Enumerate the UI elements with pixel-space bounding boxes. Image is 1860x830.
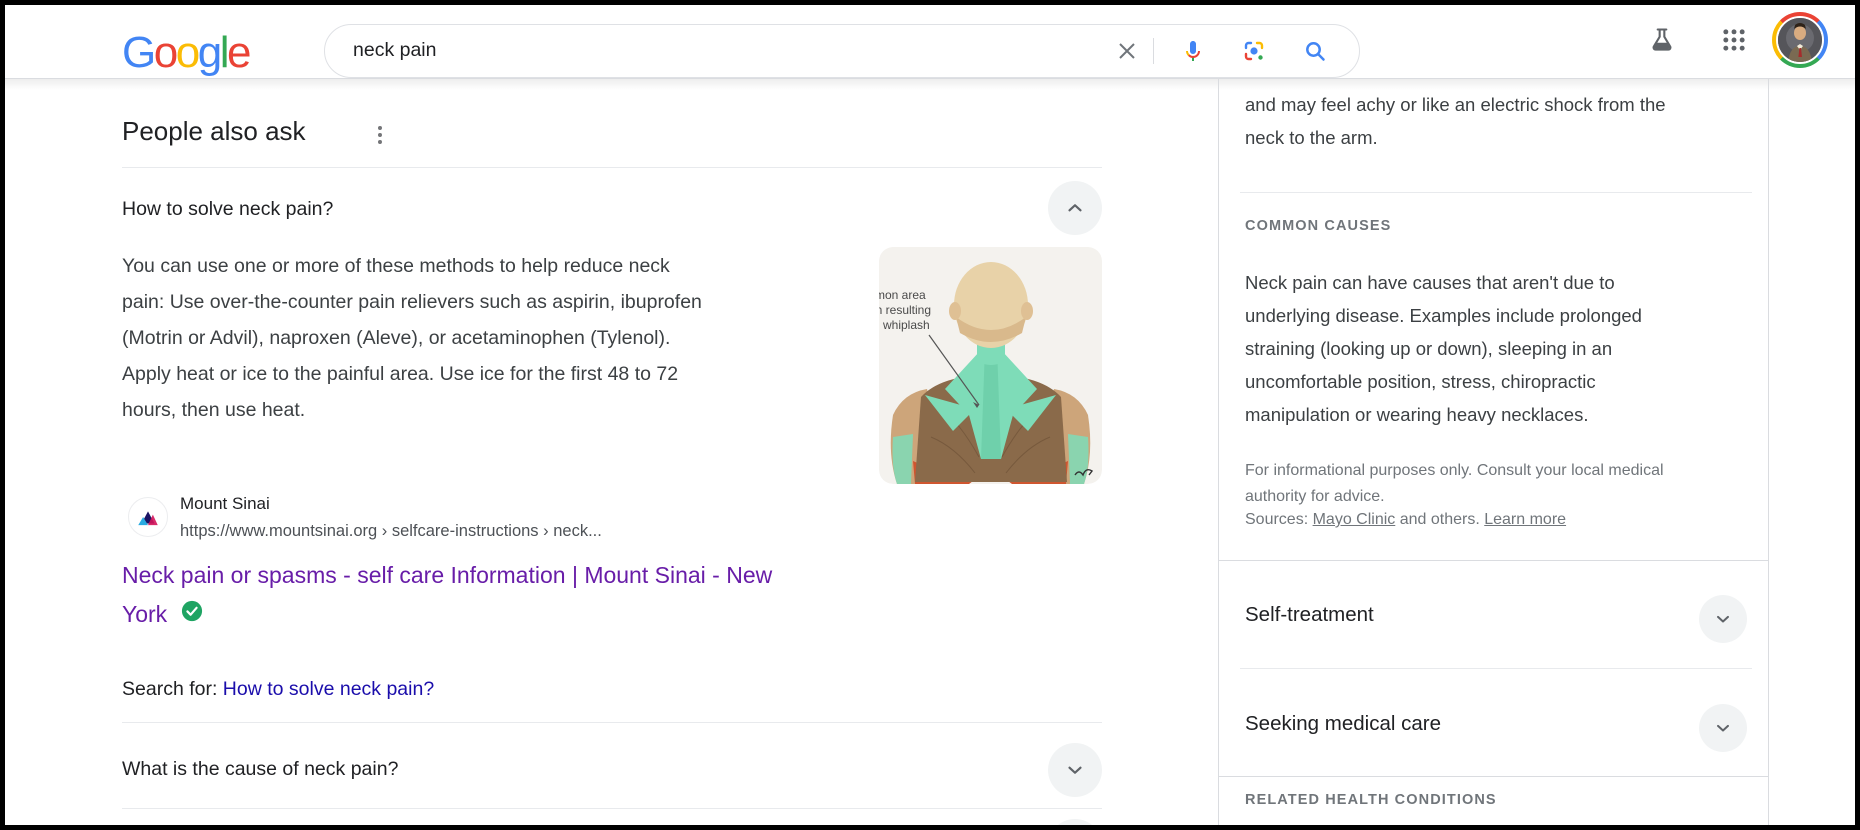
divider bbox=[122, 167, 1102, 168]
kp-divider bbox=[1240, 668, 1752, 669]
search-for-label: Search for: bbox=[122, 678, 223, 700]
expand-button[interactable] bbox=[1048, 743, 1102, 797]
people-also-ask-title: People also ask bbox=[122, 116, 306, 147]
kp-sources-mid: and others. bbox=[1395, 511, 1484, 528]
illus-caption-line3: whiplash bbox=[882, 318, 930, 332]
chevron-down-icon bbox=[1064, 759, 1086, 781]
google-search-page: Google neck pain bbox=[0, 0, 1860, 830]
collapse-button[interactable] bbox=[1048, 181, 1102, 235]
google-logo[interactable]: Google bbox=[122, 28, 249, 78]
kp-section-border bbox=[1218, 560, 1769, 561]
illus-caption-line1: mon area bbox=[879, 288, 926, 302]
kp-common-causes-text: Neck pain can have causes that aren't du… bbox=[1245, 266, 1735, 431]
profile-avatar[interactable] bbox=[1772, 12, 1828, 68]
paa-answer-text: You can use one or more of these methods… bbox=[122, 248, 882, 428]
knowledge-panel-right-border bbox=[1768, 79, 1769, 830]
kp-common-causes-heading: COMMON CAUSES bbox=[1245, 218, 1391, 234]
search-input[interactable]: neck pain bbox=[353, 39, 436, 62]
expand-button-partial[interactable] bbox=[1048, 819, 1102, 830]
divider bbox=[122, 808, 1102, 809]
chevron-up-icon bbox=[1064, 197, 1086, 219]
kp-section-border bbox=[1218, 776, 1769, 777]
source-url[interactable]: https://www.mountsinai.org › selfcare-in… bbox=[180, 522, 602, 541]
search-for-line: Search for: How to solve neck pain? bbox=[122, 678, 434, 701]
microphone-icon[interactable] bbox=[1181, 39, 1205, 63]
accordion-self-treatment[interactable]: Self-treatment bbox=[1245, 603, 1374, 627]
profile-photo bbox=[1776, 16, 1824, 64]
search-icon[interactable] bbox=[1303, 39, 1327, 63]
accordion-seeking-medical-care[interactable]: Seeking medical care bbox=[1245, 712, 1441, 736]
paa-question-expanded[interactable]: How to solve neck pain? bbox=[122, 198, 333, 221]
google-apps-grid-icon[interactable] bbox=[1720, 26, 1748, 54]
kp-learn-more-link[interactable]: Learn more bbox=[1484, 511, 1566, 528]
kp-divider bbox=[1240, 192, 1752, 193]
result-title-link[interactable]: Neck pain or spasms - self care Informat… bbox=[122, 556, 982, 634]
kp-disclaimer-text: For informational purposes only. Consult… bbox=[1245, 458, 1735, 510]
chevron-down-icon bbox=[1713, 609, 1733, 629]
accordion-expand-button[interactable] bbox=[1699, 704, 1747, 752]
knowledge-panel-left-border bbox=[1218, 79, 1219, 830]
labs-flask-icon[interactable] bbox=[1648, 26, 1676, 54]
search-for-link[interactable]: How to solve neck pain? bbox=[223, 678, 434, 700]
kp-source-link-mayo-clinic[interactable]: Mayo Clinic bbox=[1313, 511, 1396, 528]
source-site-name[interactable]: Mount Sinai bbox=[180, 494, 270, 514]
answer-thumbnail-image[interactable]: mon area in resulting whiplash bbox=[879, 247, 1102, 484]
kp-symptoms-text: and may feel achy or like an electric sh… bbox=[1245, 88, 1725, 154]
chevron-down-icon bbox=[1713, 718, 1733, 738]
search-bar-divider bbox=[1153, 38, 1154, 64]
kp-sources-label: Sources: bbox=[1245, 511, 1313, 528]
google-lens-icon[interactable] bbox=[1242, 39, 1266, 63]
paa-question-collapsed[interactable]: What is the cause of neck pain? bbox=[122, 758, 398, 781]
accordion-expand-button[interactable] bbox=[1699, 595, 1747, 643]
kp-related-conditions-heading: RELATED HEALTH CONDITIONS bbox=[1245, 792, 1497, 808]
search-bar[interactable]: neck pain bbox=[324, 24, 1360, 78]
more-options-icon[interactable] bbox=[370, 124, 390, 146]
illus-caption-line2: in resulting bbox=[879, 303, 931, 317]
kp-sources-line: Sources: Mayo Clinic and others. Learn m… bbox=[1245, 511, 1566, 529]
source-favicon[interactable] bbox=[128, 497, 168, 537]
clear-icon[interactable] bbox=[1115, 39, 1139, 63]
verified-check-icon bbox=[181, 600, 203, 622]
divider bbox=[122, 722, 1102, 723]
